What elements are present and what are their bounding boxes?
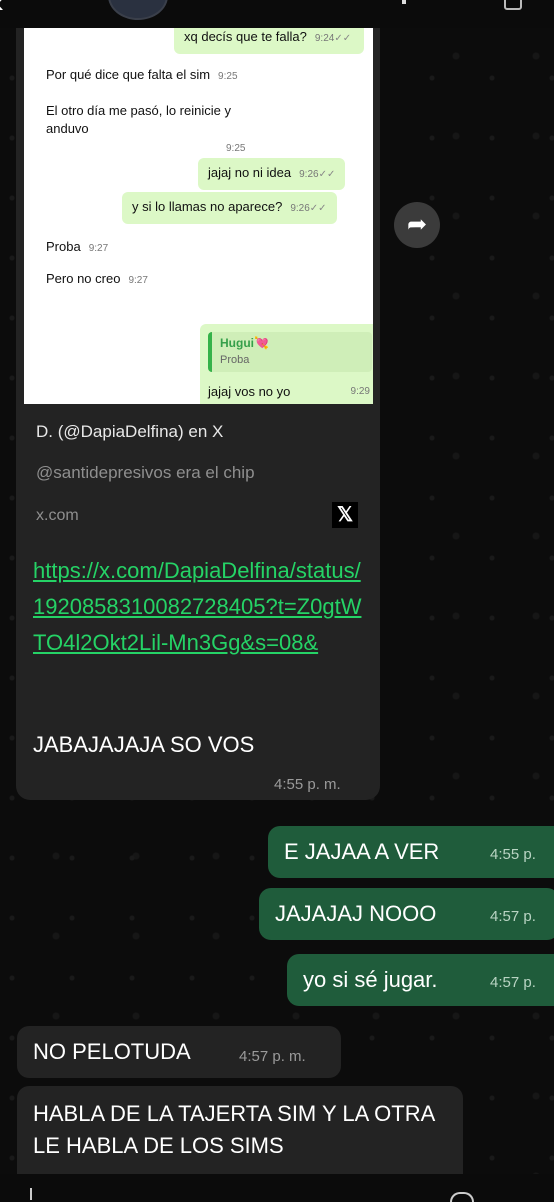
link-description: @santidepresivos era el chip — [36, 463, 255, 482]
message-link[interactable]: https://x.com/DapiaDelfina/status/192085… — [33, 553, 363, 661]
message-text: HABLA DE LA TAJERTA SIM Y LA OTRA LE HAB… — [33, 1101, 435, 1158]
preview-bubble: jajaj no ni idea 9:26✓✓ — [198, 158, 346, 190]
outgoing-message[interactable]: yo si sé jugar. 4:57 p. — [287, 954, 554, 1006]
message-time: 4:55 p. — [490, 846, 536, 863]
message-time: 4:57 p. m. — [239, 1048, 306, 1065]
chevron-left-icon[interactable]: ‹ — [0, 0, 4, 20]
preview-bubble: Pero no creo 9:27 — [36, 264, 158, 296]
preview-quoted-reply: Hugui💘 Proba jajaj vos no yo 9:29 — [200, 324, 373, 404]
preview-bubble: y si lo llamas no aparece? 9:26✓✓ — [122, 192, 337, 224]
link-domain: x.com — [36, 507, 79, 524]
link-title[interactable]: D. (@DapiaDelfina) en X — [36, 422, 223, 442]
message-time: 4:55 p. m. — [274, 776, 341, 793]
video-call-icon[interactable] — [402, 0, 406, 4]
message-text: yo si sé jugar. — [303, 967, 438, 992]
message-time: 4:57 p. — [490, 974, 536, 991]
message-time: 4:57 p. — [490, 908, 536, 925]
chat-header: ‹ — [0, 0, 554, 28]
sticker-icon[interactable] — [450, 1192, 474, 1202]
link-preview-image[interactable]: xq decís que te falla? 9:24✓✓ Por qué dic… — [24, 22, 373, 404]
x-logo-icon: 𝕏 — [332, 502, 358, 528]
message-text: JAJAJAJ NOOO — [275, 901, 437, 926]
outgoing-message[interactable]: E JAJAA A VER 4:55 p. — [268, 826, 554, 878]
preview-bubble: Proba 9:27 — [36, 232, 119, 264]
preview-bubble: El otro día me pasó, lo reinicie y anduv… — [36, 96, 276, 164]
message-text: E JAJAA A VER — [284, 839, 440, 864]
input-bar-fragment — [0, 1174, 554, 1202]
outgoing-message[interactable]: JAJAJAJ NOOO 4:57 p. — [259, 888, 554, 940]
message-text: NO PELOTUDA — [33, 1039, 191, 1064]
message-text: JABAJAJAJA SO VOS — [33, 732, 255, 757]
preview-bubble: Por qué dice que falta el sim 9:25 — [36, 60, 248, 92]
more-icon[interactable] — [504, 0, 522, 10]
plus-icon[interactable] — [30, 1188, 32, 1200]
forward-arrow-icon[interactable]: ➦ — [394, 202, 440, 248]
quote-box: Hugui💘 Proba — [208, 332, 372, 372]
avatar[interactable] — [108, 0, 168, 20]
incoming-message[interactable]: NO PELOTUDA 4:57 p. m. — [17, 1026, 341, 1078]
